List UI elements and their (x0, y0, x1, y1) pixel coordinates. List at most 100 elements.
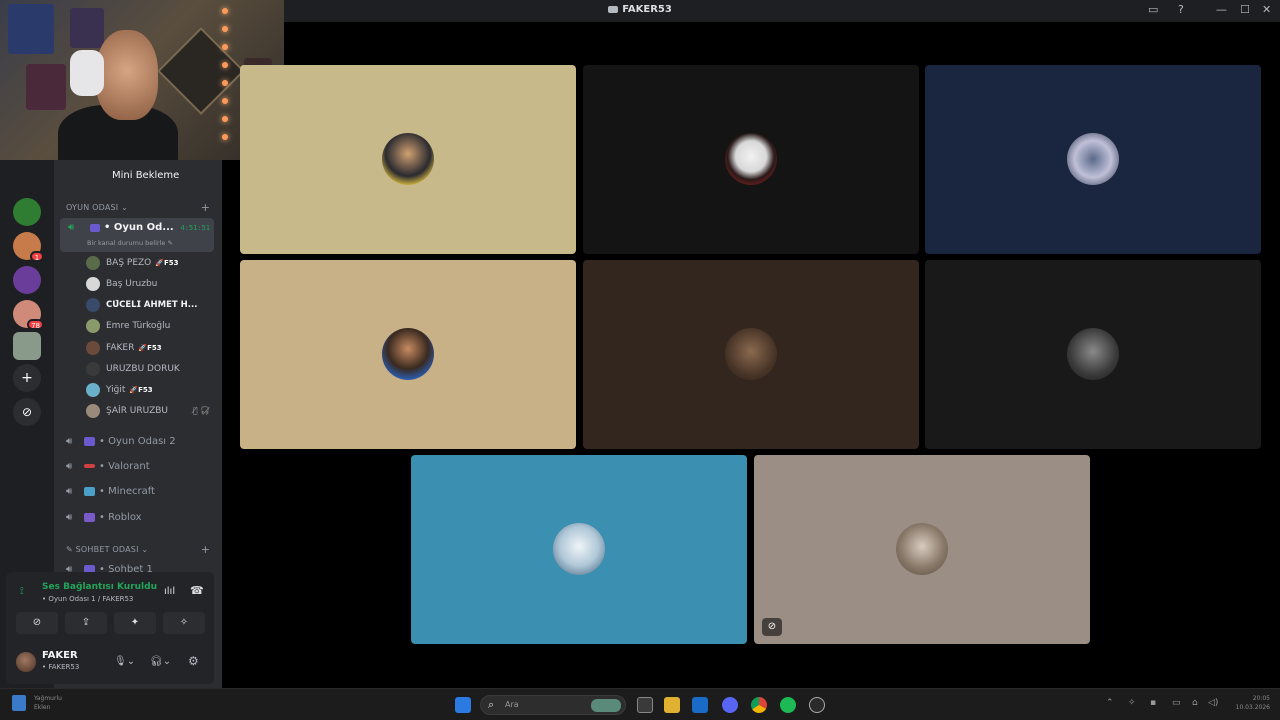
voice-member[interactable]: Emre Türkoğlu (86, 318, 170, 334)
avatar (382, 133, 434, 185)
weather-widget[interactable]: Yağmurlu Eklen (34, 694, 62, 712)
member-tag: 🚀F53 (138, 344, 162, 352)
voice-connection-status[interactable]: Ses Bağlantısı Kuruldu (42, 582, 157, 592)
discover-button[interactable]: ⊘ (13, 398, 41, 426)
file-explorer-icon[interactable] (664, 697, 680, 713)
server-icon-5[interactable] (13, 332, 41, 360)
windows-start-icon[interactable] (455, 697, 471, 713)
task-view-icon[interactable] (637, 697, 653, 713)
tray-app-icon[interactable]: ✧ (1128, 698, 1136, 708)
keyboard-icon[interactable]: ▭ (1172, 698, 1181, 708)
video-tile-3[interactable] (925, 65, 1261, 254)
inbox-icon[interactable]: ▭ (1148, 3, 1158, 16)
server-header[interactable]: Mini Bekleme (54, 160, 222, 192)
disconnect-icon[interactable]: ☎ (190, 584, 204, 597)
wall-sign (157, 27, 245, 115)
minimize-button[interactable]: — (1216, 3, 1227, 16)
video-tile-6[interactable] (925, 260, 1261, 449)
signal-icon: ⟟ (20, 586, 24, 597)
weather-icon[interactable] (12, 695, 26, 711)
headphones-icon[interactable]: 🎧︎⌄ (150, 656, 171, 667)
minecraft-icon (84, 486, 95, 496)
voice-member[interactable]: FAKER 🚀F53 (86, 340, 162, 356)
avatar (86, 362, 100, 376)
username[interactable]: FAKER (42, 650, 78, 661)
soundboard-button[interactable]: ✧ (163, 612, 205, 634)
voice-connection-channel[interactable]: • Oyun Odası 1 / FAKER53 (42, 595, 133, 603)
search-icon: ⌕ (488, 698, 495, 711)
voice-member[interactable]: URUZBU DORUK (86, 361, 180, 377)
voice-channel-oyun-odasi-2[interactable]: 🔊︎ • Oyun Odası 2 (66, 436, 176, 447)
active-voice-channel[interactable]: 🔊︎ • Oyun Od... 4:51:51 Bir kanal durumu… (60, 218, 214, 252)
help-icon[interactable]: ? (1178, 3, 1184, 16)
avatar (1067, 328, 1119, 380)
screen-share-button[interactable]: ⇪ (65, 612, 107, 634)
compass-icon: ⊘ (21, 405, 33, 419)
valorant-icon (84, 464, 95, 468)
channel-status-hint[interactable]: Bir kanal durumu belirle ✎ (87, 239, 173, 247)
tray-app-icon[interactable]: ▪ (1150, 698, 1156, 708)
speaker-icon: 🔊︎ (66, 486, 73, 497)
muted-deafened-icon: 🎙̸ 🎧̸ (192, 406, 210, 415)
unread-badge: 1 (30, 251, 44, 262)
voice-channel-minecraft[interactable]: 🔊︎ • Minecraft (66, 486, 155, 497)
user-status: • FAKER53 (42, 663, 80, 671)
user-panel: ⟟ Ses Bağlantısı Kuruldu • Oyun Odası 1 … (6, 572, 214, 684)
store-icon[interactable] (692, 697, 708, 713)
noise-suppression-icon[interactable]: ılıl (164, 586, 175, 597)
video-tile-5[interactable] (583, 260, 919, 449)
add-channel-icon[interactable]: + (201, 201, 210, 214)
voice-member[interactable]: Baş Uruzbu (86, 276, 157, 292)
voice-channel-roblox[interactable]: 🔊︎ • Roblox (66, 512, 142, 523)
activities-button[interactable]: ✦ (114, 612, 156, 634)
server-icon-4[interactable]: 78 (13, 300, 44, 330)
add-channel-icon[interactable]: + (201, 543, 210, 556)
avatar (725, 328, 777, 380)
server-icon-3[interactable] (13, 266, 41, 294)
pin-icon: ✎ (66, 545, 73, 554)
avatar (553, 523, 605, 575)
avatar (86, 256, 100, 270)
chevron-up-icon[interactable]: ⌃ (1106, 698, 1114, 708)
avatar[interactable] (16, 652, 36, 672)
close-button[interactable]: ✕ (1262, 3, 1271, 16)
member-tag: 🚀F53 (129, 386, 153, 394)
add-server-button[interactable]: + (13, 364, 41, 392)
server-icon-2[interactable]: 1 (13, 232, 44, 262)
clock[interactable]: 20:05 10.03.2026 (1236, 694, 1270, 712)
volume-icon[interactable]: ◁) (1208, 698, 1218, 708)
search-placeholder: Ara (505, 700, 519, 709)
soundboard-icon: ✧ (179, 617, 189, 628)
video-tile-1[interactable] (240, 65, 576, 254)
voice-channel-valorant[interactable]: 🔊︎ • Valorant (66, 461, 150, 472)
video-tile-4[interactable] (240, 260, 576, 449)
server-icon-1[interactable] (13, 198, 41, 226)
chrome-icon[interactable] (751, 697, 767, 713)
spotify-icon[interactable] (780, 697, 796, 713)
voice-member[interactable]: ŞAİR URUZBU (86, 403, 168, 419)
speaker-icon: 🔊︎ (66, 436, 73, 447)
discord-icon[interactable] (722, 697, 738, 713)
video-tile-7[interactable] (411, 455, 747, 644)
video-tile-8[interactable]: ⊘ (754, 455, 1090, 644)
person-face (96, 30, 158, 120)
category-sohbet-odasi[interactable]: ✎ SOHBET ODASI ⌄ (66, 545, 148, 554)
voice-member[interactable]: 𝗖𝗨̈𝗖𝗘𝗟𝗜 𝗔𝗛𝗠𝗘𝗧 𝗛... (86, 297, 197, 313)
steam-icon[interactable] (809, 697, 825, 713)
voice-member[interactable]: Yiğit 🚀F53 (86, 382, 153, 398)
search-box[interactable]: ⌕ Ara (480, 695, 626, 715)
maximize-button[interactable]: ☐ (1240, 3, 1250, 16)
avatar (382, 328, 434, 380)
avatar (86, 319, 100, 333)
chevron-down-icon: ⌄ (121, 203, 129, 212)
avatar (896, 523, 948, 575)
video-tile-2[interactable] (583, 65, 919, 254)
voice-member[interactable]: BAŞ PEZO 🚀F53 (86, 255, 179, 271)
gear-icon[interactable]: ⚙ (188, 654, 199, 668)
gamepad-icon (84, 436, 95, 446)
avatar (725, 133, 777, 185)
camera-button[interactable]: ⊘ (16, 612, 58, 634)
network-icon[interactable]: ⌂ (1192, 698, 1198, 708)
microphone-icon[interactable]: 🎙︎⌄ (114, 656, 135, 667)
category-oyun-odasi[interactable]: OYUN ODASI ⌄ (66, 203, 128, 212)
